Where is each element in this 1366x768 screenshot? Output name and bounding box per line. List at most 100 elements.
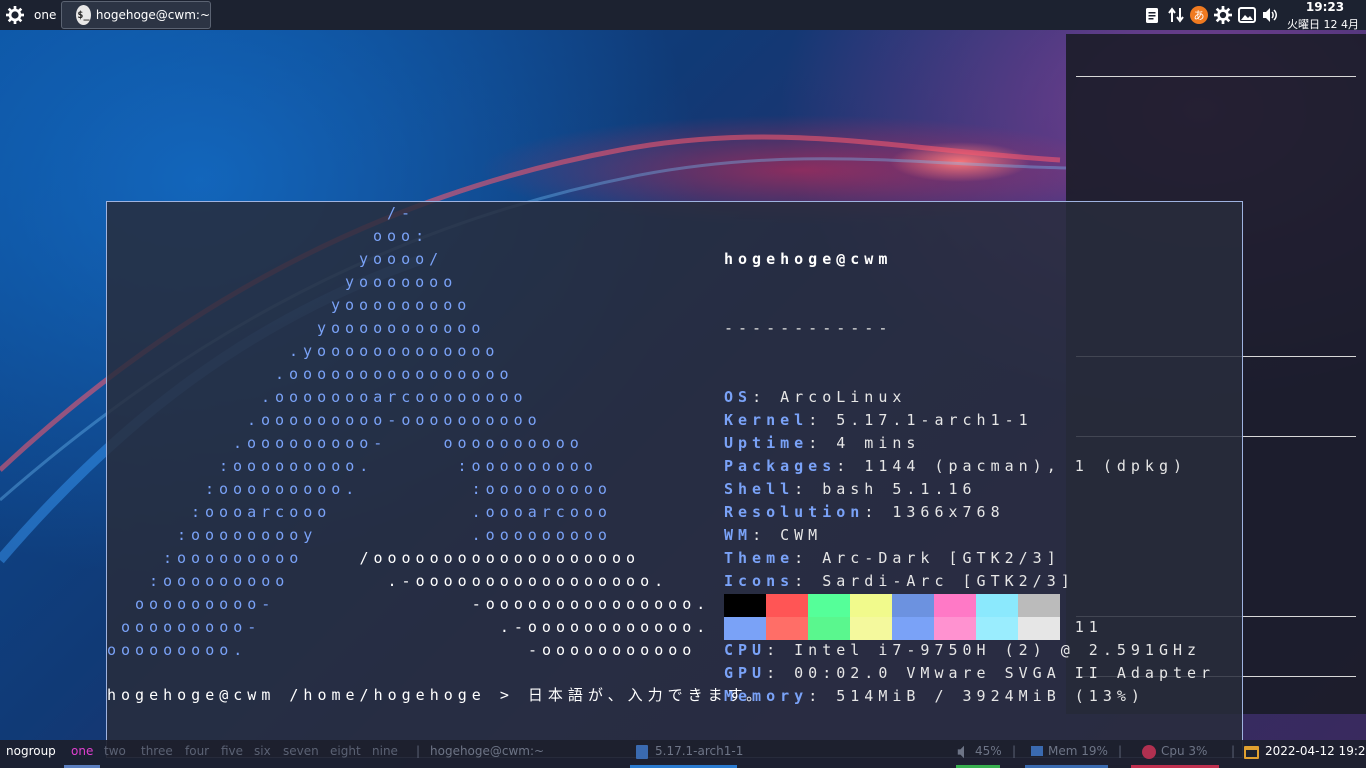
separator: | xyxy=(1012,744,1017,758)
volume-status-icon xyxy=(957,745,964,759)
volume-icon[interactable] xyxy=(1261,6,1279,24)
info-value: CWM xyxy=(780,526,823,544)
info-value: ArcoLinux xyxy=(780,388,907,406)
workspace-nine[interactable]: nine xyxy=(372,744,398,758)
clock-time[interactable]: 19:23 xyxy=(1300,0,1350,14)
panel-divider xyxy=(1076,76,1356,77)
workspace-six[interactable]: six xyxy=(254,744,271,758)
ascii-line: .yooooooooooooo xyxy=(289,342,500,360)
clipboard-icon[interactable] xyxy=(1143,6,1161,24)
ascii-line: ooooooooo- -ooooooooooooooo. xyxy=(135,595,711,613)
workspace-three[interactable]: three xyxy=(141,744,173,758)
cpu-icon xyxy=(1142,745,1156,759)
ascii-line: .ooooooooo-oooooooooo xyxy=(247,411,542,429)
info-line: Memory: 514MiB / 3924MiB (13%) xyxy=(724,687,1145,705)
info-line: Shell: bash 5.1.16 xyxy=(724,480,977,498)
window-title-status[interactable]: hogehoge@cwm:~ xyxy=(430,744,544,758)
ascii-line: :ooooooooy .ooooooooo xyxy=(177,526,612,544)
palette-swatch xyxy=(724,594,766,617)
info-key: Theme xyxy=(724,549,795,567)
info-value: 4 mins xyxy=(836,434,921,452)
workspace-one[interactable]: one xyxy=(71,744,93,758)
info-key: WM xyxy=(724,526,753,544)
palette-swatch xyxy=(724,617,766,640)
workspace-five[interactable]: five xyxy=(221,744,243,758)
info-line: WM: CWM xyxy=(724,526,823,544)
ascii-line: :ooooooooo /ooooooooooooooooooo xyxy=(163,549,641,567)
info-key: Shell xyxy=(724,480,795,498)
info-line: Icons: Sardi-Arc [GTK2/3] xyxy=(724,572,1075,590)
info-value: 514MiB / 3924MiB (13%) xyxy=(836,687,1145,705)
workspace-two[interactable]: two xyxy=(104,744,126,758)
ascii-line: .oooooooarcoooooooo xyxy=(261,388,528,406)
taskbar-window-button[interactable]: $_ hogehoge@cwm:~ xyxy=(61,1,211,29)
ascii-line: ooooooooo- .-oooooooooooo. xyxy=(121,618,711,636)
ascii-line: yoooo/ xyxy=(359,250,444,268)
palette-swatch xyxy=(1018,594,1060,617)
datetime-status[interactable]: 2022-04-12 19:23 xyxy=(1265,744,1366,758)
info-value: 1144 (pacman), 1 (dpkg) xyxy=(864,457,1188,475)
image-viewer-icon[interactable] xyxy=(1238,6,1256,24)
palette-swatch xyxy=(934,594,976,617)
user-host: hogehoge@cwm xyxy=(724,250,893,268)
palette-swatch xyxy=(976,594,1018,617)
palette-swatch xyxy=(766,617,808,640)
ascii-line: yooooooo xyxy=(345,273,458,291)
ascii-line: ooo: xyxy=(373,227,430,245)
info-line: Uptime: 4 mins xyxy=(724,434,921,452)
palette-swatch xyxy=(892,617,934,640)
info-key: OS xyxy=(724,388,753,406)
settings-gear-icon[interactable] xyxy=(1214,6,1232,24)
ascii-line: :oooarcooo .oooarcooo xyxy=(191,503,612,521)
gear-icon[interactable] xyxy=(6,6,24,24)
ascii-line: :ooooooooo .-ooooooooooooooooo. xyxy=(149,572,669,590)
info-line: OS: ArcoLinux xyxy=(724,388,907,406)
disk-icon xyxy=(636,745,648,759)
info-key: CPU xyxy=(724,641,767,659)
ascii-line: .ooooooooo- oooooooooo xyxy=(233,434,584,452)
top-panel: one $_ hogehoge@cwm:~ あ 19:23 火曜日 12 4月 xyxy=(0,0,1366,32)
info-line: Packages: 1144 (pacman), 1 (dpkg) xyxy=(724,457,1188,475)
info-key: Packages xyxy=(724,457,837,475)
clock-date[interactable]: 火曜日 12 4月 xyxy=(1287,16,1359,32)
kernel-status: 5.17.1-arch1-1 xyxy=(655,744,744,758)
palette-swatch xyxy=(850,594,892,617)
workspace-indicator[interactable]: one xyxy=(34,8,56,22)
palette-swatch xyxy=(976,617,1018,640)
ascii-line: .oooooooooooooooo xyxy=(275,365,514,383)
color-palette xyxy=(724,594,1060,640)
info-line: Theme: Arc-Dark [GTK2/3] xyxy=(724,549,1061,567)
info-value: Sardi-Arc [GTK2/3] xyxy=(822,572,1075,590)
svg-text:あ: あ xyxy=(1194,9,1205,22)
ascii-line: ooooooooo. -ooooooooooo xyxy=(107,641,697,659)
terminal-icon: $_ xyxy=(76,5,91,25)
separator: | xyxy=(1118,744,1123,758)
ascii-line: /- xyxy=(387,204,416,222)
volume-status: 45% xyxy=(975,744,1002,758)
workspace-seven[interactable]: seven xyxy=(283,744,319,758)
info-key: Icons xyxy=(724,572,795,590)
ascii-line: yooooooooo xyxy=(331,296,472,314)
workspace-eight[interactable]: eight xyxy=(330,744,361,758)
palette-swatch xyxy=(766,594,808,617)
ascii-line: yooooooooooo xyxy=(317,319,486,337)
palette-swatch xyxy=(808,594,850,617)
info-value: 00:02.0 VMware SVGA II Adapter xyxy=(794,664,1216,682)
ime-hiragana-icon[interactable]: あ xyxy=(1190,6,1208,24)
bottom-status-bar: nogroup one two three four five six seven eight… xyxy=(0,740,1366,768)
group-label[interactable]: nogroup xyxy=(6,744,56,758)
info-key: Resolution xyxy=(724,503,865,521)
taskbar-window-title: hogehoge@cwm:~ xyxy=(95,8,210,22)
network-arrows-icon[interactable] xyxy=(1167,6,1185,24)
shell-prompt[interactable]: hogehoge@cwm /home/hogehoge > 日本語が、入力できま… xyxy=(107,684,766,707)
info-value: 5.17.1-arch1-1 xyxy=(836,411,1033,429)
terminal-window[interactable]: /- ooo: yoooo/yooooooo yooooooooo yooooooooo… xyxy=(106,201,1243,758)
workspace-four[interactable]: four xyxy=(185,744,209,758)
info-value: 1366x768 xyxy=(892,503,1005,521)
ascii-line: :ooooooooo. :ooooooooo xyxy=(219,457,598,475)
info-line: CPU: Intel i7-9750H (2) @ 2.591GHz xyxy=(724,641,1202,659)
neofetch-info: hogehoge@cwm ------------ OS: ArcoLinux K… xyxy=(724,202,1215,754)
info-key: GPU xyxy=(724,664,767,682)
separator: | xyxy=(416,744,421,758)
separator: | xyxy=(1231,744,1236,758)
